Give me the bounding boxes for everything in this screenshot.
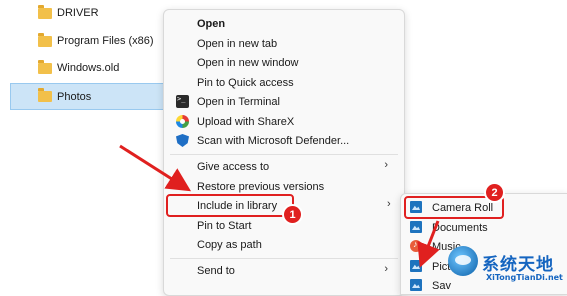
watermark-text-cn: 系统天地 (482, 255, 554, 275)
watermark-text-en: XiTongTianDi.net (486, 273, 563, 282)
annotation-arrow-1 (119, 144, 192, 192)
site-watermark: 系统天地 XiTongTianDi.net (430, 240, 567, 289)
watermark-logo-icon (448, 246, 478, 276)
step-badge-2: 2 (486, 184, 503, 201)
step-badge-1: 1 (284, 206, 301, 223)
